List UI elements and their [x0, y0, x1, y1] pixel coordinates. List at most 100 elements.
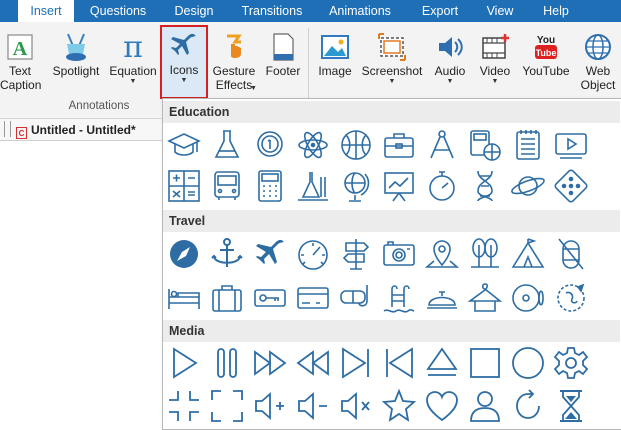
- tab-insert[interactable]: Insert: [18, 0, 74, 22]
- youtube-button[interactable]: You Tube YouTube: [520, 28, 572, 100]
- text-caption-label: Text Caption: [0, 64, 42, 92]
- audio-button[interactable]: Audio ▼: [428, 28, 472, 100]
- image-label: Image: [318, 64, 352, 78]
- skip-back-icon[interactable]: [380, 344, 418, 382]
- section-header-education: Education: [163, 101, 621, 123]
- image-icon: [321, 35, 349, 59]
- mute-icon[interactable]: [337, 387, 375, 425]
- equation-button[interactable]: π Equation ▼: [106, 28, 160, 100]
- eject-icon[interactable]: [423, 344, 461, 382]
- star-icon[interactable]: [380, 387, 418, 425]
- youtube-label: YouTube: [522, 64, 570, 78]
- pool-ladder-icon[interactable]: [380, 279, 418, 317]
- skip-forward-icon[interactable]: [337, 344, 375, 382]
- divider: [4, 121, 5, 137]
- fast-forward-icon[interactable]: [251, 344, 289, 382]
- calculator-globe-icon[interactable]: [466, 126, 504, 164]
- room-service-icon[interactable]: [423, 279, 461, 317]
- screenshot-button[interactable]: Screenshot ▼: [358, 28, 426, 100]
- video-button[interactable]: Video ▼: [474, 28, 516, 100]
- airplane-icon[interactable]: [251, 235, 289, 273]
- collapse-icon[interactable]: [165, 387, 203, 425]
- chevron-down-icon: ▼: [180, 77, 188, 84]
- footer-label: Footer: [265, 64, 301, 78]
- trees-icon[interactable]: [466, 235, 504, 273]
- rewind-icon[interactable]: [294, 344, 332, 382]
- document-tab[interactable]: C Untitled - Untitled*: [16, 121, 136, 139]
- dice-icon[interactable]: [552, 167, 590, 205]
- heart-icon[interactable]: [423, 387, 461, 425]
- map-pin-icon[interactable]: [423, 235, 461, 273]
- calculator-icon[interactable]: [251, 167, 289, 205]
- chevron-down-icon: ▼: [446, 78, 454, 85]
- footer-button[interactable]: Footer: [262, 28, 304, 100]
- camera-icon[interactable]: [380, 235, 418, 273]
- bed-icon[interactable]: [165, 279, 203, 317]
- record-icon[interactable]: [509, 344, 547, 382]
- volume-up-icon[interactable]: [251, 387, 289, 425]
- stopwatch-icon[interactable]: [423, 167, 461, 205]
- play-icon[interactable]: [165, 344, 203, 382]
- globe-stand-icon[interactable]: [337, 167, 375, 205]
- chevron-down-icon: ▼: [250, 85, 257, 92]
- presentation-board-icon[interactable]: [380, 167, 418, 205]
- dna-icon[interactable]: [466, 167, 504, 205]
- world-travel-icon[interactable]: [552, 279, 590, 317]
- diving-mask-icon[interactable]: [337, 279, 375, 317]
- bus-icon[interactable]: [208, 167, 246, 205]
- tab-export[interactable]: Export: [412, 0, 468, 22]
- user-icon[interactable]: [466, 387, 504, 425]
- expand-icon[interactable]: [208, 387, 246, 425]
- briefcase-icon[interactable]: [380, 126, 418, 164]
- refresh-icon[interactable]: [509, 387, 547, 425]
- basketball-icon[interactable]: [337, 126, 375, 164]
- math-symbols-icon[interactable]: [165, 167, 203, 205]
- flask-icon[interactable]: [208, 126, 246, 164]
- tent-icon[interactable]: [509, 235, 547, 273]
- tab-questions[interactable]: Questions: [80, 0, 156, 22]
- svg-text:A: A: [13, 38, 28, 60]
- compass-icon[interactable]: [165, 235, 203, 273]
- text-caption-button[interactable]: A Text Caption: [0, 28, 42, 100]
- atom-icon[interactable]: [294, 126, 332, 164]
- screenshot-icon: [378, 33, 406, 61]
- image-button[interactable]: Image: [314, 28, 356, 100]
- signpost-icon[interactable]: [337, 235, 375, 273]
- speedometer-icon[interactable]: [294, 235, 332, 273]
- globe-icon: [585, 34, 611, 60]
- hanger-icon[interactable]: [466, 279, 504, 317]
- equation-label: Equation: [109, 64, 157, 78]
- video-player-icon[interactable]: [552, 126, 590, 164]
- vinyl-disc-icon[interactable]: [509, 279, 547, 317]
- chemistry-lab-icon[interactable]: [294, 167, 332, 205]
- volume-down-icon[interactable]: [294, 387, 332, 425]
- video-label: Video: [479, 64, 511, 78]
- svg-text:You: You: [537, 35, 555, 46]
- web-object-button[interactable]: Web Object: [576, 28, 620, 100]
- tab-help[interactable]: Help: [532, 0, 580, 22]
- luggage-icon[interactable]: [208, 279, 246, 317]
- stop-icon[interactable]: [466, 344, 504, 382]
- hourglass-icon[interactable]: [552, 387, 590, 425]
- credit-card-icon[interactable]: [294, 279, 332, 317]
- notebook-icon[interactable]: [509, 126, 547, 164]
- tab-transitions[interactable]: Transitions: [232, 0, 312, 22]
- compass-drawing-icon[interactable]: [423, 126, 461, 164]
- tab-animations[interactable]: Animations: [320, 0, 400, 22]
- tab-design[interactable]: Design: [164, 0, 224, 22]
- anchor-icon[interactable]: [208, 235, 246, 273]
- award-medal-icon[interactable]: [251, 126, 289, 164]
- icons-button[interactable]: Icons ▼: [160, 25, 208, 99]
- spotlight-icon: [66, 33, 86, 61]
- planet-icon[interactable]: [509, 167, 547, 205]
- section-header-travel: Travel: [163, 210, 621, 232]
- chevron-down-icon: ▼: [388, 78, 396, 85]
- tab-view[interactable]: View: [476, 0, 524, 22]
- spotlight-button[interactable]: Spotlight: [48, 28, 104, 100]
- film-icon: [482, 34, 509, 59]
- gear-icon[interactable]: [552, 344, 590, 382]
- graduation-cap-icon[interactable]: [165, 126, 203, 164]
- keycard-icon[interactable]: [251, 279, 289, 317]
- pause-icon[interactable]: [208, 344, 246, 382]
- raft-icon[interactable]: [552, 235, 590, 273]
